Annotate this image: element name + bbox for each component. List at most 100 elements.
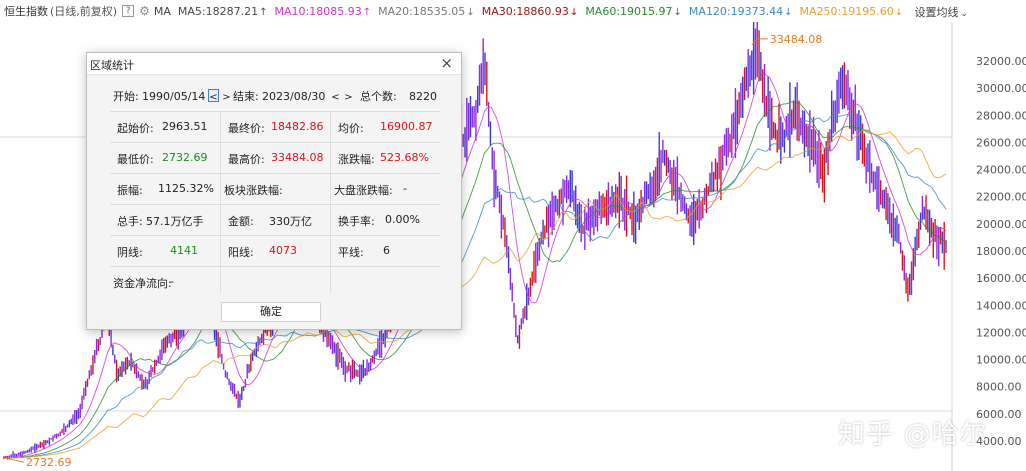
region-stats-dialog: 区域统计 × 开始: 1990/05/14 < > 结束: 2023/08/30… [86,52,462,330]
stat-label: 阳线: [228,246,254,259]
stat-value: 523.68% [380,151,429,164]
arrow-up-icon: ↑ [259,6,268,18]
set-ma-button[interactable]: 设置均线 ⌄ [914,4,968,20]
set-ma-label: 设置均线 [914,6,959,19]
arrow-down-icon: ↓ [673,6,682,18]
end-prev-button[interactable]: < [330,89,341,103]
stat-close: 最终价: 18482.86 [220,112,330,142]
ma-value: MA120:19373.44↓ [688,4,793,18]
start-next-button[interactable]: > [221,89,232,103]
stat-value: 4141 [170,244,198,257]
stat-market-change: 大盘涨跌幅: - [330,174,440,204]
ma-value: MA30:18860.93↓ [481,4,579,18]
stat-label: 最终价: [228,122,265,135]
ma-value: MA250:19195.60↓ [799,4,904,18]
y-tick-label: 14000.00 [976,299,1026,312]
dialog-titlebar[interactable]: 区域统计 × [87,53,461,75]
stats-row: 总手: 57.1万亿手 金额: 330万亿 换手率: 0.00% [110,205,440,236]
stat-value: 18482.86 [271,120,324,133]
y-tick-label: 32000.00 [976,55,1026,68]
y-tick-label: 12000.00 [976,326,1026,339]
end-next-button[interactable]: > [343,89,354,103]
y-tick-label: 10000.00 [976,354,1026,367]
stat-label: 均价: [338,122,364,135]
ma-value: MA10:18085.93↑ [274,4,372,18]
ma-legend-bar: 恒生指数 (日线,前复权) ? ⚙ MA MA5:18287.21↑ MA10:1… [0,0,1026,22]
stat-label: 总手: [117,215,143,228]
stat-high: 最高价: 33484.08 [220,143,330,173]
gear-icon[interactable]: ⚙ [139,4,150,18]
stat-label: 涨跌幅: [338,153,375,166]
stats-row: 资金净流向: - [110,267,440,293]
stat-net-flow: 资金净流向: - [110,267,220,293]
stat-amplitude: 振幅: 1125.32% [110,174,220,204]
stat-turnover: 换手率: 0.00% [330,205,440,235]
stats-row: 振幅: 1125.32% 板块涨跌幅: 大盘涨跌幅: - [110,174,440,205]
help-icon[interactable]: ? [122,5,135,17]
stat-label: 金额: [228,215,254,228]
max-price-label: 33484.08 [770,33,823,46]
stat-label: 最低价: [117,153,154,166]
stat-open: 起始价: 2963.51 [110,112,220,142]
stat-value: 57.1万亿手 [146,215,204,228]
arrow-down-icon: ↓ [569,6,579,18]
stat-amount: 金额: 330万亿 [220,205,330,235]
stat-low: 最低价: 2732.69 [110,143,220,173]
stat-value: 4073 [269,244,297,257]
ma-value: MA5:18287.21↑ [177,4,268,18]
start-label: 开始: [113,90,139,103]
range-row: 开始: 1990/05/14 < > 结束: 2023/08/30 < > 总个… [87,89,463,105]
annotation-leader [5,457,25,463]
stat-label: 换手率: [338,215,375,228]
y-tick-label: 22000.00 [976,191,1026,204]
dialog-title: 区域统计 [90,59,134,72]
ma-value-list: MA5:18287.21↑ MA10:18085.93↑ MA20:18535.05… [171,5,903,18]
stat-sector-change: 板块涨跌幅: [220,174,330,204]
stat-value: 33484.08 [271,151,324,164]
stat-label: 板块涨跌幅: [224,184,283,197]
arrow-up-icon: ↑ [362,6,372,18]
stat-value: 1125.32% [158,182,214,195]
ok-button[interactable]: 确定 [221,302,321,322]
stat-positive-candles: 阳线: 4073 [220,236,330,266]
stat-value: - [403,182,407,195]
stat-label: 起始价: [117,122,154,135]
start-date: 1990/05/14 [142,90,206,103]
end-date: 2023/08/30 [262,90,326,103]
chart-mode: (日线,前复权) [50,5,118,18]
watermark: 知乎 @哈尔 [838,419,988,450]
stats-grid: 起始价: 2963.51 最终价: 18482.86 均价: 16900.87 最低价… [110,111,440,293]
start-prev-button[interactable]: < [208,89,219,103]
stats-row: 最低价: 2732.69 最高价: 33484.08 涨跌幅: 523.68% [110,143,440,174]
count-value: 8220 [409,90,437,103]
ma-label: MA [153,4,171,18]
stat-label: 最高价: [228,153,265,166]
y-tick-label: 16000.00 [976,272,1026,285]
arrow-down-icon: ↓ [894,6,904,18]
stat-value: - [170,275,174,288]
stat-avg: 均价: 16900.87 [330,112,440,142]
count-label: 总个数: [360,90,397,103]
y-tick-label: 20000.00 [976,218,1026,231]
ma-value: MA20:18535.05↓ [378,4,475,18]
arrow-down-icon: ↓ [466,6,475,18]
stat-change: 涨跌幅: 523.68% [330,143,440,173]
stat-negative-candles: 阴线: 4141 [110,236,220,266]
y-tick-label: 24000.00 [976,164,1026,177]
chevron-down-icon: ⌄ [960,9,968,19]
end-label: 结束: [233,90,259,103]
y-tick-label: 26000.00 [976,136,1026,149]
stat-value: 6 [383,244,390,257]
stat-value: 2963.51 [162,120,208,133]
close-icon[interactable]: × [440,54,453,72]
y-tick-label: 30000.00 [976,82,1026,95]
stat-flat-candles: 平线: 6 [330,236,440,266]
y-tick-label: 28000.00 [976,109,1026,122]
stat-empty [330,267,440,293]
arrow-down-icon: ↓ [784,6,793,18]
stats-row: 起始价: 2963.51 最终价: 18482.86 均价: 16900.87 [110,112,440,143]
stat-empty [220,267,330,293]
stats-row: 阴线: 4141 阳线: 4073 平线: 6 [110,236,440,267]
stat-label: 平线: [338,246,364,259]
y-tick-label: 8000.00 [976,381,1022,394]
